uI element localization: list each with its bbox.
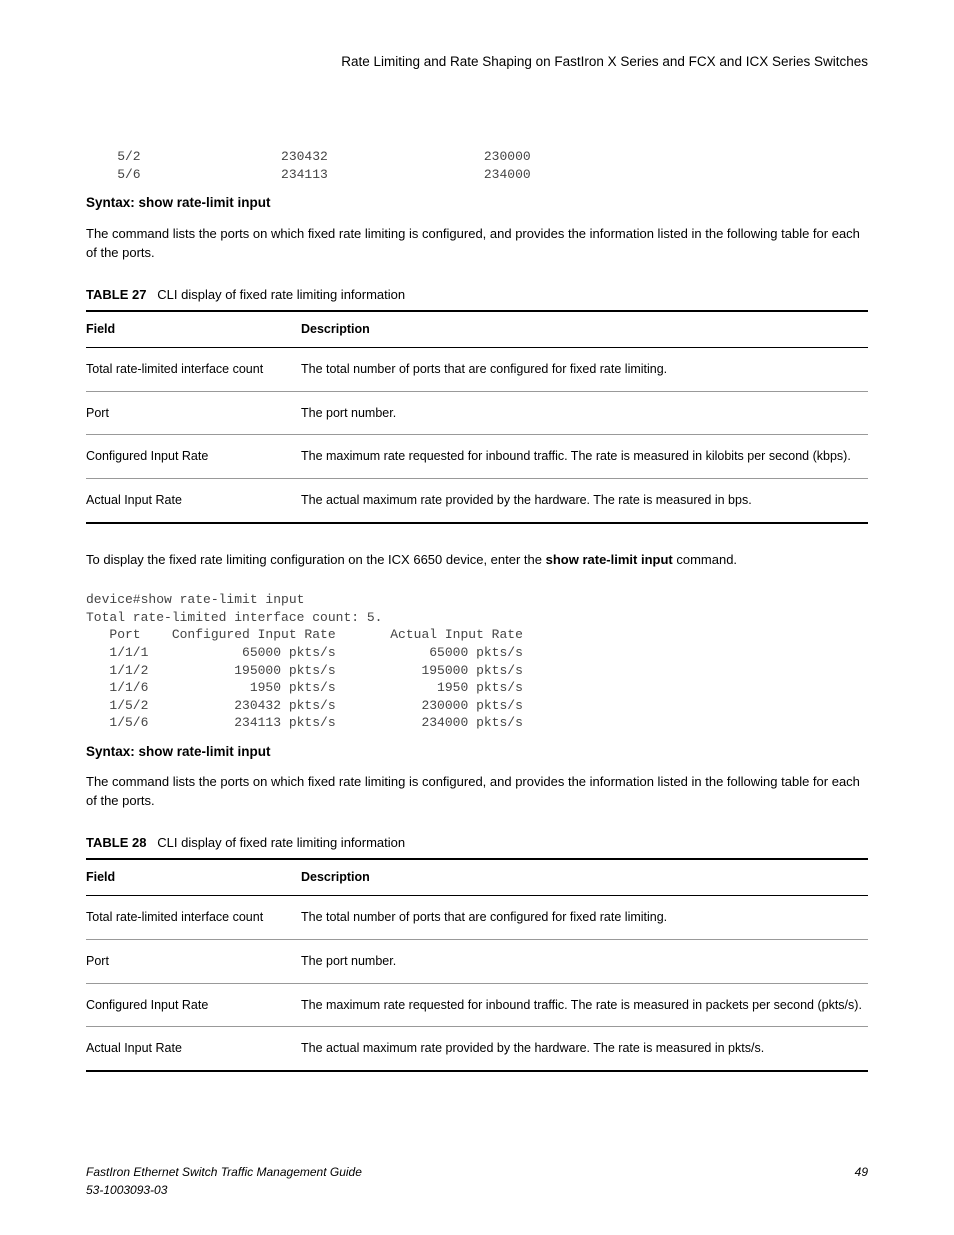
- table-28-caption: TABLE 28 CLI display of fixed rate limit…: [86, 833, 868, 853]
- table-row: Actual Input Rate The actual maximum rat…: [86, 1027, 868, 1071]
- page-header: Rate Limiting and Rate Shaping on FastIr…: [86, 52, 868, 72]
- paragraph-1: The command lists the ports on which fix…: [86, 224, 868, 263]
- footer-left: FastIron Ethernet Switch Traffic Managem…: [86, 1163, 362, 1199]
- code-output-2: device#show rate-limit input Total rate-…: [86, 591, 868, 731]
- cell-field: Port: [86, 939, 301, 983]
- footer-doc-number: 53-1003093-03: [86, 1181, 362, 1199]
- para2-a: To display the fixed rate limiting confi…: [86, 552, 546, 567]
- cell-desc: The total number of ports that are confi…: [301, 896, 868, 940]
- table-28-head-field: Field: [86, 859, 301, 895]
- table-27-label: TABLE 27: [86, 287, 146, 302]
- cell-desc: The port number.: [301, 939, 868, 983]
- cell-desc: The actual maximum rate provided by the …: [301, 479, 868, 523]
- table-27-head-desc: Description: [301, 311, 868, 347]
- para2-bold: show rate-limit input: [546, 552, 673, 567]
- cell-desc: The total number of ports that are confi…: [301, 347, 868, 391]
- table-27-head-field: Field: [86, 311, 301, 347]
- paragraph-2: To display the fixed rate limiting confi…: [86, 550, 868, 570]
- code-output-1: 5/2 230432 230000 5/6 234113 234000: [86, 148, 868, 183]
- cell-field: Actual Input Rate: [86, 479, 301, 523]
- table-28: Field Description Total rate-limited int…: [86, 858, 868, 1072]
- table-27-caption: TABLE 27 CLI display of fixed rate limit…: [86, 285, 868, 305]
- table-28-head-desc: Description: [301, 859, 868, 895]
- table-row: Total rate-limited interface count The t…: [86, 347, 868, 391]
- para2-b: command.: [673, 552, 737, 567]
- cell-field: Total rate-limited interface count: [86, 896, 301, 940]
- cell-field: Port: [86, 391, 301, 435]
- table-row: Actual Input Rate The actual maximum rat…: [86, 479, 868, 523]
- cell-desc: The maximum rate requested for inbound t…: [301, 435, 868, 479]
- table-28-caption-text: CLI display of fixed rate limiting infor…: [157, 835, 405, 850]
- table-row: Configured Input Rate The maximum rate r…: [86, 983, 868, 1027]
- table-27: Field Description Total rate-limited int…: [86, 310, 868, 524]
- syntax-line-2: Syntax: show rate-limit input: [86, 742, 868, 762]
- table-row: Port The port number.: [86, 939, 868, 983]
- table-row: Configured Input Rate The maximum rate r…: [86, 435, 868, 479]
- footer-doc-title: FastIron Ethernet Switch Traffic Managem…: [86, 1163, 362, 1181]
- table-28-label: TABLE 28: [86, 835, 146, 850]
- cell-field: Actual Input Rate: [86, 1027, 301, 1071]
- footer-page-number: 49: [855, 1163, 868, 1199]
- table-27-caption-text: CLI display of fixed rate limiting infor…: [157, 287, 405, 302]
- table-row: Port The port number.: [86, 391, 868, 435]
- cell-desc: The actual maximum rate provided by the …: [301, 1027, 868, 1071]
- cell-desc: The port number.: [301, 391, 868, 435]
- page-footer: FastIron Ethernet Switch Traffic Managem…: [86, 1163, 868, 1199]
- syntax-line-1: Syntax: show rate-limit input: [86, 193, 868, 213]
- cell-field: Total rate-limited interface count: [86, 347, 301, 391]
- cell-field: Configured Input Rate: [86, 435, 301, 479]
- cell-field: Configured Input Rate: [86, 983, 301, 1027]
- table-row: Total rate-limited interface count The t…: [86, 896, 868, 940]
- cell-desc: The maximum rate requested for inbound t…: [301, 983, 868, 1027]
- paragraph-3: The command lists the ports on which fix…: [86, 772, 868, 811]
